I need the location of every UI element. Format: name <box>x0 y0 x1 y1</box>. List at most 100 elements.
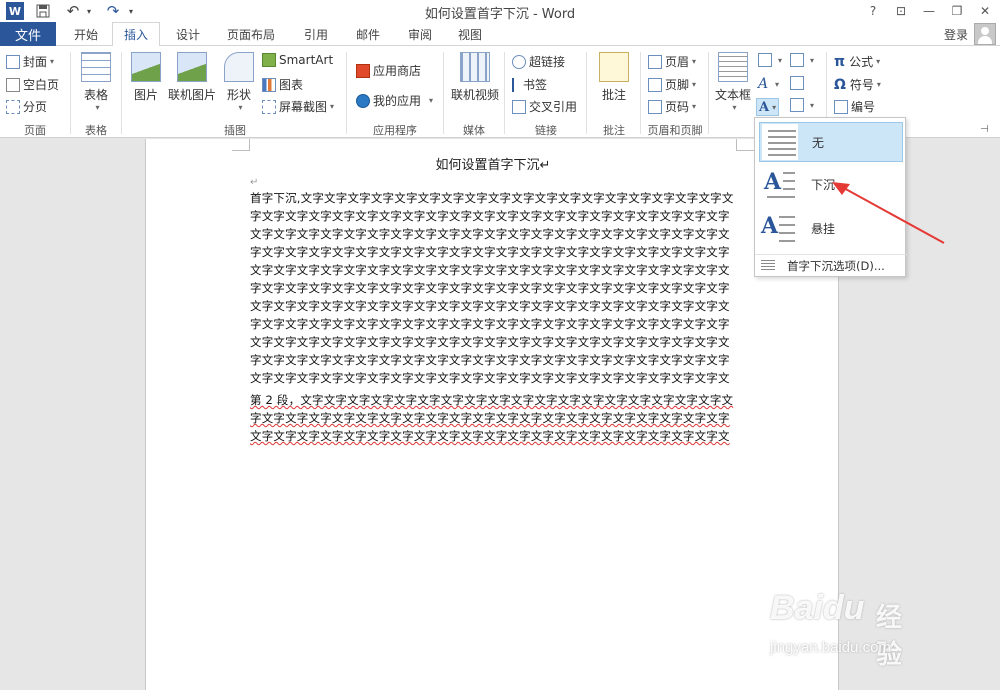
group-label-illustrations: 插图 <box>224 124 246 137</box>
tab-review[interactable]: 审阅 <box>396 22 444 46</box>
number-button[interactable]: 编号 <box>834 98 875 115</box>
group-divider <box>640 52 641 134</box>
cross-reference-icon <box>512 99 526 114</box>
ribbon-display-icon[interactable]: ⊡ <box>890 2 912 20</box>
group-divider <box>121 52 122 134</box>
bookmark-button[interactable]: 书签 <box>512 76 547 93</box>
shapes-icon <box>224 52 254 82</box>
signature-line-icon <box>790 53 804 67</box>
screenshot-button[interactable]: 屏幕截图 ▾ <box>262 98 334 115</box>
tab-file[interactable]: 文件 <box>0 22 56 46</box>
quick-parts-button[interactable]: ▾ <box>758 53 782 67</box>
drop-cap-button[interactable]: A ▾ <box>756 98 780 116</box>
cover-page-button[interactable]: 封面 ▾ <box>6 53 54 70</box>
chart-icon <box>262 77 276 92</box>
bookmark-label: 书签 <box>523 78 548 92</box>
table-button[interactable]: 表格 ▾ <box>78 52 114 112</box>
maximize-icon[interactable]: ❐ <box>946 2 968 20</box>
blank-page-label: 空白页 <box>23 78 60 92</box>
hyperlink-icon <box>512 54 526 69</box>
help-icon[interactable]: ? <box>862 2 884 20</box>
page-break-button[interactable]: 分页 <box>6 98 47 115</box>
document-title: 如何设置首字下沉↵ <box>435 158 551 173</box>
watermark-url: jingyan.baidu.com <box>770 639 891 656</box>
wordart-icon: A <box>758 76 769 92</box>
drop-cap-none-label: 无 <box>812 135 825 150</box>
pi-icon: π <box>834 53 846 70</box>
table-icon <box>81 52 111 82</box>
online-video-label: 联机视频 <box>450 88 499 102</box>
smartart-icon <box>262 53 276 67</box>
page-number-button[interactable]: 页码 ▾ <box>648 98 696 115</box>
tab-references[interactable]: 引用 <box>292 22 340 46</box>
date-time-button[interactable] <box>790 76 807 90</box>
quick-parts-icon <box>758 53 772 67</box>
omega-icon: Ω <box>834 76 846 93</box>
picture-button[interactable]: 图片 <box>128 52 164 103</box>
cover-page-label: 封面 <box>23 55 48 69</box>
online-picture-button[interactable]: 联机图片 <box>166 52 218 103</box>
hyperlink-label: 超链接 <box>529 55 566 69</box>
header-button[interactable]: 页眉 ▾ <box>648 53 696 70</box>
pin-ribbon-icon[interactable]: ⊣ <box>980 124 989 135</box>
tab-home[interactable]: 开始 <box>62 22 110 46</box>
tab-insert[interactable]: 插入 <box>112 22 160 47</box>
signature-line-button[interactable]: ▾ <box>790 53 814 67</box>
annotation-arrow-icon <box>832 182 945 244</box>
picture-icon <box>131 52 161 82</box>
textbox-icon <box>718 52 748 82</box>
word-window: W ↶ ▾ ↷ ▾ 如何设置首字下沉 - Word ? ⊡ — ❐ ✕ 文件 开… <box>0 0 1000 690</box>
number-icon <box>834 99 848 114</box>
online-video-icon <box>460 52 490 82</box>
group-label-header-footer: 页眉和页脚 <box>647 124 703 137</box>
comment-icon <box>599 52 629 82</box>
my-apps-icon <box>356 93 370 108</box>
textbox-button[interactable]: 文本框 ▾ <box>714 52 752 112</box>
store-button[interactable]: 应用商店 <box>356 62 421 79</box>
drop-cap-options-item[interactable]: 首字下沉选项(D)... <box>755 254 907 276</box>
wordart-button[interactable]: A ▾ <box>758 76 779 92</box>
page-break-label: 分页 <box>23 100 48 114</box>
picture-label: 图片 <box>133 88 158 102</box>
chart-button[interactable]: 图表 <box>262 76 303 93</box>
my-apps-button[interactable]: 我的应用 ▾ <box>356 92 433 109</box>
symbol-button[interactable]: Ω 符号 ▾ <box>834 76 881 93</box>
equation-label: 公式 <box>849 55 874 69</box>
shapes-button[interactable]: 形状 ▾ <box>222 52 256 112</box>
object-button[interactable]: ▾ <box>790 98 814 112</box>
tab-layout[interactable]: 页面布局 <box>218 22 284 46</box>
window-title: 如何设置首字下沉 - Word <box>424 7 576 22</box>
comment-button[interactable]: 批注 <box>596 52 632 103</box>
drop-cap-margin-icon: A <box>761 210 797 246</box>
textbox-label: 文本框 <box>714 88 751 102</box>
number-label: 编号 <box>851 100 876 114</box>
cross-reference-button[interactable]: 交叉引用 <box>512 98 577 115</box>
bookmark-icon <box>512 77 520 92</box>
group-label-pages: 页面 <box>24 124 46 137</box>
tab-design[interactable]: 设计 <box>166 22 210 46</box>
blank-page-button[interactable]: 空白页 <box>6 76 59 93</box>
avatar[interactable] <box>974 23 996 45</box>
hyperlink-button[interactable]: 超链接 <box>512 53 565 70</box>
document-page[interactable]: 如何设置首字下沉↵ ↵ 首字下沉,文字文字文字文字文字文字文字文字文字文字文字文… <box>145 139 902 690</box>
equation-button[interactable]: π 公式 ▾ <box>834 53 880 70</box>
drop-cap-dropped-icon: A <box>761 166 797 202</box>
group-divider <box>70 52 71 134</box>
online-picture-icon <box>177 52 207 82</box>
online-video-button[interactable]: 联机视频 <box>450 52 500 103</box>
date-time-icon <box>790 76 804 90</box>
drop-cap-options-icon <box>761 259 775 272</box>
smartart-label: SmartArt <box>279 53 334 67</box>
drop-cap-none-option[interactable]: 无 <box>759 122 903 162</box>
tab-view[interactable]: 视图 <box>448 22 492 46</box>
group-divider <box>708 52 709 134</box>
group-divider <box>443 52 444 134</box>
group-label-media: 媒体 <box>463 124 485 137</box>
tab-mailings[interactable]: 邮件 <box>344 22 392 46</box>
drop-cap-icon: A <box>759 99 770 115</box>
minimize-icon[interactable]: — <box>918 2 940 20</box>
close-icon[interactable]: ✕ <box>974 2 996 20</box>
smartart-button[interactable]: SmartArt <box>262 53 333 67</box>
sign-in-link[interactable]: 登录 <box>944 26 968 43</box>
footer-button[interactable]: 页脚 ▾ <box>648 76 696 93</box>
